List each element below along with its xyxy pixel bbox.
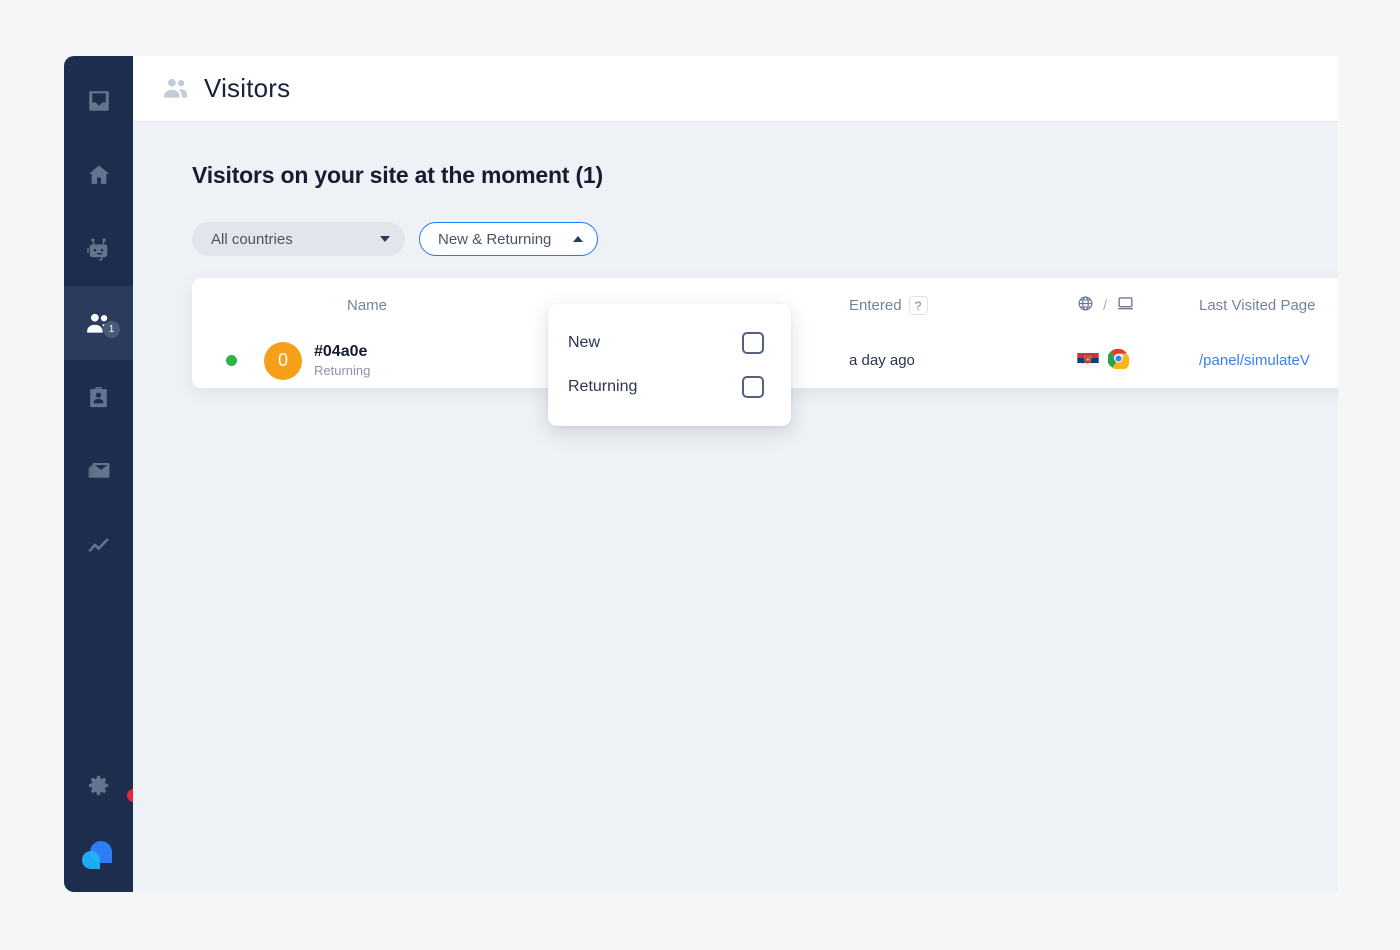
- chrome-icon: [1107, 348, 1130, 374]
- visitor-name: #04a0e: [314, 342, 368, 360]
- country-filter-dropdown[interactable]: All countries: [192, 222, 405, 256]
- tech-separator: /: [1103, 297, 1108, 314]
- filter-bar: All countries New & Returning: [192, 222, 1338, 256]
- entered-cell: a day ago: [849, 352, 1077, 370]
- last-visited-page-column-header: Last Visited Page: [1199, 297, 1316, 314]
- section-title: Visitors on your site at the moment (1): [192, 162, 603, 188]
- sidebar-item-campaigns[interactable]: [64, 434, 133, 508]
- globe-icon: [1077, 295, 1094, 316]
- app-logo-icon: [78, 834, 120, 881]
- sidebar-item-home[interactable]: [64, 138, 133, 212]
- visitor-meta: #04a0e Returning: [314, 342, 370, 380]
- sidebar-item-reports[interactable]: [64, 508, 133, 582]
- status-badge: [225, 355, 237, 366]
- robot-icon: [85, 236, 112, 263]
- serbia-flag-icon: [1077, 353, 1099, 368]
- app-window: 1 Visitors Visitors on your site at the …: [64, 56, 1338, 892]
- gear-icon: [86, 774, 111, 804]
- chevron-up-icon: [573, 236, 584, 242]
- avatar: 0: [264, 341, 302, 380]
- segment-option-returning[interactable]: Returning: [548, 365, 791, 409]
- name-column-header: Name: [347, 297, 388, 314]
- entered-column-header: Entered ?: [849, 296, 1077, 315]
- segment-option-new-checkbox[interactable]: [742, 332, 764, 354]
- country-filter-label: All countries: [211, 230, 293, 248]
- last-visited-page-link[interactable]: /panel/simulateV: [1199, 352, 1310, 369]
- mail-icon: [86, 458, 112, 484]
- contact-card-icon: [86, 385, 111, 410]
- tech-cell: [1077, 348, 1199, 374]
- laptop-icon: [1116, 294, 1135, 317]
- chevron-down-icon: [380, 236, 390, 242]
- sidebar: 1: [64, 56, 140, 892]
- segment-option-new[interactable]: New: [548, 321, 791, 365]
- entered-help-icon[interactable]: ?: [908, 296, 928, 315]
- segment-option-returning-checkbox[interactable]: [742, 376, 764, 398]
- trend-line-icon: [85, 532, 112, 559]
- segment-option-new-label: New: [568, 334, 601, 351]
- sidebar-item-settings[interactable]: [64, 756, 140, 822]
- segment-filter-label: New & Returning: [438, 230, 552, 248]
- visitors-icon: [161, 74, 190, 103]
- entered-value: a day ago: [849, 351, 915, 369]
- sidebar-item-chatbot[interactable]: [64, 212, 133, 286]
- tech-column-header: /: [1077, 294, 1199, 317]
- sidebar-item-contacts[interactable]: [64, 360, 133, 434]
- inbox-icon: [86, 88, 112, 114]
- main-area: Visitors Visitors on your site at the mo…: [133, 56, 1338, 892]
- entered-label: Entered: [849, 297, 902, 314]
- segment-option-returning-label: Returning: [568, 378, 638, 395]
- sidebar-item-inbox[interactable]: [64, 64, 133, 138]
- last-visited-page-cell: /panel/simulateV: [1199, 352, 1338, 370]
- sidebar-item-visitors[interactable]: 1: [64, 286, 133, 360]
- page-title: Visitors: [204, 73, 291, 103]
- segment-dropdown-panel: New Returning: [548, 304, 791, 426]
- app-logo[interactable]: [64, 822, 133, 892]
- name-cell: 0 #04a0e Returning: [264, 341, 534, 380]
- sidebar-badge-visitors: 1: [103, 321, 120, 338]
- topbar: Visitors: [133, 56, 1338, 122]
- segment-filter-dropdown[interactable]: New & Returning: [419, 222, 599, 256]
- visitor-type: Returning: [314, 362, 371, 378]
- status-cell: [192, 355, 264, 366]
- home-icon: [86, 162, 112, 188]
